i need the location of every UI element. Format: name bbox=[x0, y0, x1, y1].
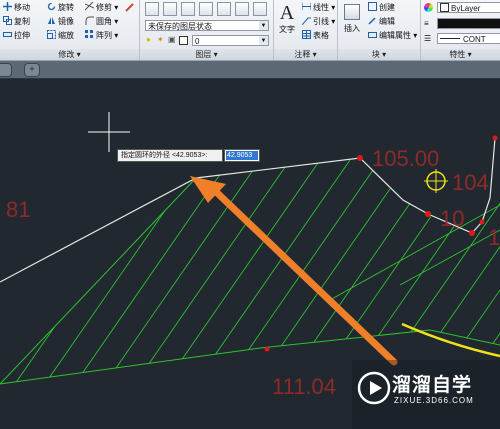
mirror-button[interactable]: 镜像 bbox=[47, 16, 74, 28]
scale-button[interactable]: 缩放 bbox=[47, 30, 74, 42]
array-icon bbox=[85, 30, 94, 39]
table-button[interactable]: 表格 bbox=[302, 30, 329, 42]
crosshair-cursor-icon bbox=[88, 112, 130, 152]
copy-button[interactable]: 复制 bbox=[3, 16, 30, 28]
lineweight-combo[interactable]: CONT bbox=[437, 33, 500, 44]
center-mark-icon bbox=[424, 169, 448, 193]
move-button[interactable]: 移动 bbox=[3, 2, 30, 14]
edit-block-button[interactable]: 编辑 bbox=[368, 16, 395, 28]
watermark-title: 溜溜自学 bbox=[392, 375, 473, 396]
layer-previous-icon[interactable] bbox=[181, 2, 195, 16]
layer-color-swatch bbox=[179, 36, 188, 45]
chevron-down-icon: ▼ bbox=[259, 21, 268, 30]
leader-button[interactable]: 引线 ▾ bbox=[301, 16, 335, 28]
layer-state-combo[interactable]: 未保存的图层状态 ▼ bbox=[145, 20, 269, 31]
panel-title-block[interactable]: 块 ▾ bbox=[338, 49, 420, 60]
dynamic-prompt-tooltip: 指定圆环的外径 <42.9053>: bbox=[117, 149, 223, 162]
layer-lock-icon[interactable] bbox=[253, 2, 267, 16]
panel-annotation: A 文字 线性 ▾ 引线 ▾ 表格 注释 ▾ bbox=[274, 0, 338, 60]
fillet-icon bbox=[85, 16, 94, 25]
leader-icon bbox=[301, 16, 311, 26]
watermark-subtitle: ZIXUE.3D66.COM bbox=[394, 396, 474, 405]
array-button[interactable]: 阵列 ▾ bbox=[85, 30, 118, 42]
panel-block: 插入 创建 编辑 编辑属性 ▾ 块 ▾ bbox=[338, 0, 421, 60]
play-logo-icon bbox=[357, 371, 391, 405]
insert-block-icon bbox=[344, 4, 360, 20]
layer-isolate-icon[interactable] bbox=[199, 2, 213, 16]
linetype-combo[interactable]: ByLayer bbox=[437, 18, 500, 29]
chevron-down-icon: ▼ bbox=[259, 36, 268, 45]
trim-button[interactable]: 修剪 ▾ bbox=[84, 1, 118, 14]
hatch-pattern-right bbox=[329, 204, 500, 301]
annotation-arrow bbox=[190, 176, 398, 366]
linetype-icon: ≡ bbox=[424, 19, 429, 28]
document-tab-strip: + bbox=[0, 61, 500, 79]
stretch-button[interactable]: 拉伸 bbox=[3, 30, 30, 42]
move-icon bbox=[3, 2, 12, 11]
edit-attributes-button[interactable]: 编辑属性 ▾ bbox=[368, 30, 417, 42]
rotate-icon bbox=[47, 2, 56, 11]
edit-attributes-icon bbox=[368, 30, 377, 39]
panel-properties: ByLayer ≡ ByLayer ☰ CONT 特性 ▾ bbox=[421, 0, 500, 60]
text-icon: A bbox=[279, 2, 295, 24]
ribbon: 移动 旋转 修剪 ▾ 复制 镜像 圆角 ▾ 拉伸 缩放 阵列 ▾ 修改 ▾ 未保… bbox=[0, 0, 500, 61]
scale-icon bbox=[47, 30, 56, 39]
color-combo[interactable]: ByLayer bbox=[437, 2, 500, 13]
dimension-icon bbox=[301, 2, 312, 11]
watermark: 溜溜自学 ZIXUE.3D66.COM bbox=[352, 360, 500, 429]
current-layer-combo[interactable]: 0 ▼ bbox=[192, 35, 269, 46]
edit-block-icon bbox=[368, 16, 377, 25]
color-swatch bbox=[440, 3, 449, 12]
panel-modify: 移动 旋转 修剪 ▾ 复制 镜像 圆角 ▾ 拉伸 缩放 阵列 ▾ 修改 ▾ bbox=[0, 0, 140, 60]
panel-title-properties[interactable]: 特性 ▾ bbox=[421, 49, 500, 60]
insert-button[interactable]: 插入 bbox=[341, 2, 363, 40]
drawing-tab[interactable] bbox=[0, 63, 12, 77]
panel-title-layers[interactable]: 图层 ▾ bbox=[140, 49, 273, 60]
create-block-button[interactable]: 创建 bbox=[368, 2, 395, 14]
color-wheel-icon bbox=[424, 3, 433, 12]
elevation-label: 111.04 bbox=[272, 374, 336, 399]
create-block-icon bbox=[368, 2, 377, 11]
text-button[interactable]: A 文字 bbox=[276, 2, 298, 40]
table-icon bbox=[302, 30, 311, 39]
elevation-label: 105.00 bbox=[372, 146, 439, 171]
lineweight-icon: ☰ bbox=[424, 34, 432, 43]
elevation-label: 1 bbox=[488, 225, 500, 250]
fillet-button[interactable]: 圆角 ▾ bbox=[85, 16, 118, 28]
elevation-label: 81 bbox=[6, 197, 30, 222]
copy-icon bbox=[3, 16, 12, 25]
layer-match-icon[interactable] bbox=[163, 2, 177, 16]
rotate-button[interactable]: 旋转 bbox=[47, 2, 74, 14]
erase-icon[interactable] bbox=[124, 2, 134, 16]
stretch-icon bbox=[3, 30, 12, 39]
plus-icon: + bbox=[29, 64, 35, 74]
panel-title-annotation[interactable]: 注释 ▾ bbox=[274, 49, 337, 60]
linear-dimension-button[interactable]: 线性 ▾ bbox=[301, 2, 335, 14]
layer-freeze-icon[interactable] bbox=[217, 2, 231, 16]
layer-off-icon[interactable] bbox=[235, 2, 249, 16]
layer-properties-icon[interactable] bbox=[145, 2, 159, 16]
elevation-label: 10 bbox=[440, 206, 464, 231]
elevation-label: 104 bbox=[452, 170, 489, 195]
lightbulb-icon: ● bbox=[146, 35, 151, 44]
highlight-line bbox=[401, 322, 500, 358]
panel-title-modify[interactable]: 修改 ▾ bbox=[0, 49, 139, 60]
sun-icon: ✶ bbox=[157, 35, 164, 44]
panel-layers: 未保存的图层状态 ▼ ● ✶ ▣ 0 ▼ 图层 ▾ bbox=[140, 0, 274, 60]
trim-icon bbox=[84, 1, 95, 11]
lock-icon: ▣ bbox=[168, 35, 176, 44]
mirror-icon bbox=[47, 16, 56, 25]
dynamic-input-field[interactable]: 42.9053 bbox=[224, 149, 260, 162]
new-tab-button[interactable]: + bbox=[24, 63, 40, 77]
